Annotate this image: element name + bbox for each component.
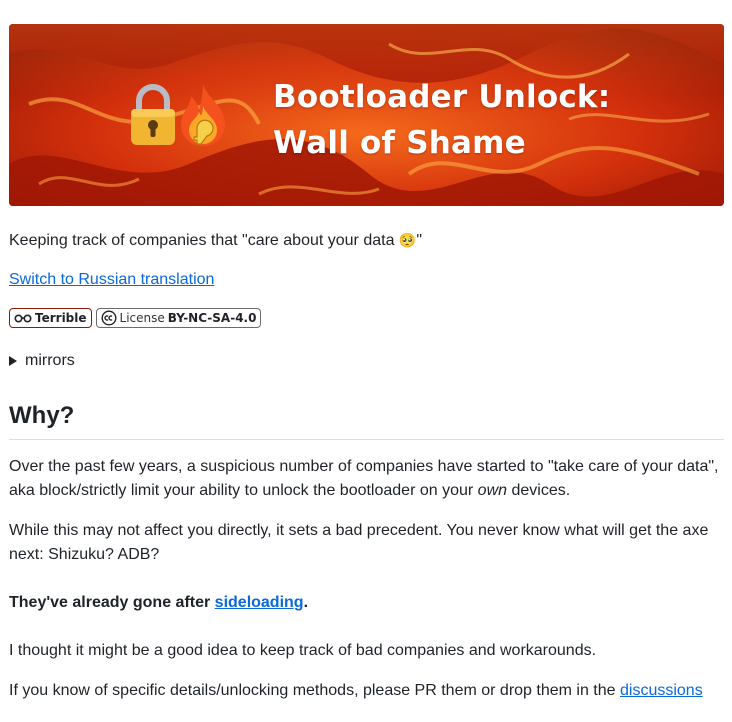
paragraph-background-end: devices. (507, 482, 571, 499)
banner-title-line2: Wall of Shame (273, 125, 526, 161)
paragraph-background-text: Over the past few years, a suspicious nu… (9, 458, 719, 499)
disclosure-triangle-icon (9, 356, 17, 366)
license-badge-prefix: License (119, 311, 165, 325)
paragraph-sideloading: They've already gone after sideloading. (9, 591, 308, 615)
banner-title-line1: Bootloader Unlock: (273, 79, 611, 115)
mirrors-summary: mirrors (25, 352, 75, 369)
pleading-face-icon: 🥺 (398, 232, 417, 248)
glasses-icon (14, 314, 32, 323)
why-heading: Why? (9, 402, 75, 429)
translation-paragraph: Switch to Russian translation (9, 268, 214, 292)
banner-title: Bootloader Unlock: Wall of Shame (273, 74, 610, 166)
heading-divider (9, 439, 724, 440)
badges-row: Terrible License BY-NC-SA-4.0 (9, 308, 262, 328)
banner-icons (129, 82, 229, 148)
readme-content: Bootloader Unlock: Wall of Shame Keeping… (9, 24, 724, 699)
license-badge-value: BY-NC-SA-4.0 (167, 311, 257, 325)
tagline-end: " (416, 232, 423, 249)
discussions-link[interactable]: discussions (620, 682, 703, 699)
emphasis-own: own (477, 482, 508, 499)
sideloading-link[interactable]: sideloading (215, 594, 304, 611)
paragraph-sideloading-end: . (303, 594, 309, 611)
rating-badge[interactable]: Terrible (9, 308, 92, 328)
tagline-text: Keeping track of companies that "care ab… (9, 232, 399, 249)
creative-commons-icon (101, 310, 117, 326)
fire-icon (181, 84, 225, 146)
lock-icon (131, 84, 175, 145)
paragraph-purpose: I thought it might be a good idea to kee… (9, 642, 597, 659)
paragraph-sideloading-text: They've already gone after (9, 594, 215, 611)
paragraph-precedent: While this may not affect you directly, … (9, 522, 709, 563)
wall-of-shame-banner: Bootloader Unlock: Wall of Shame (9, 24, 724, 206)
paragraph-background: Over the past few years, a suspicious nu… (9, 455, 724, 503)
paragraph-contribute: If you know of specific details/unlockin… (9, 679, 724, 703)
mirrors-details[interactable]: mirrors (9, 352, 75, 370)
rating-badge-label: Terrible (35, 311, 87, 325)
russian-translation-link[interactable]: Switch to Russian translation (9, 271, 214, 288)
tagline: Keeping track of companies that "care ab… (9, 228, 422, 253)
license-badge[interactable]: License BY-NC-SA-4.0 (95, 308, 262, 328)
paragraph-contribute-text: If you know of specific details/unlockin… (9, 682, 620, 699)
